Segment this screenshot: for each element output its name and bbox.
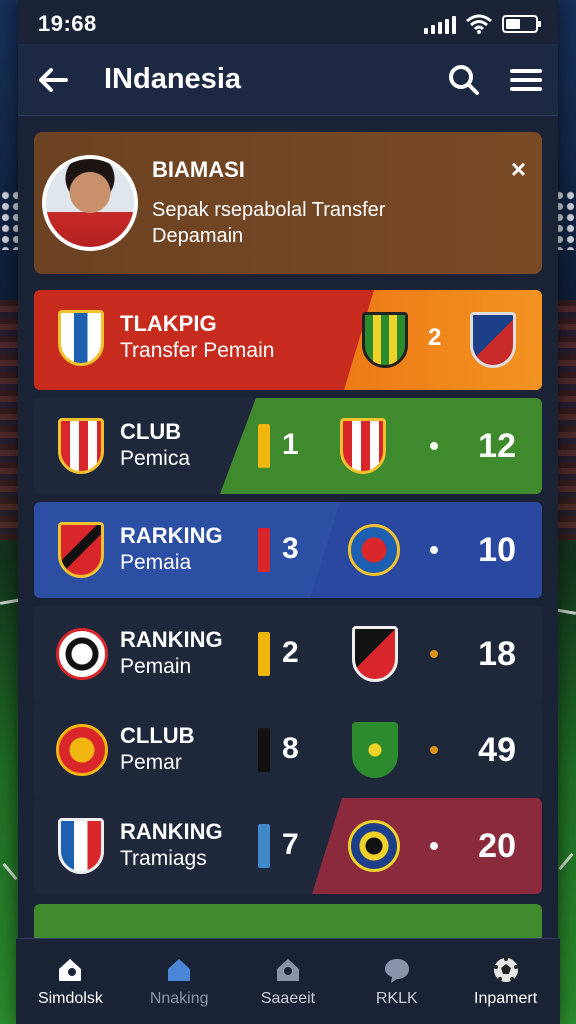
row-subtitle: Tramiags xyxy=(120,847,207,870)
nav-item-chat[interactable]: RKLK xyxy=(347,956,447,1008)
separator-dot xyxy=(430,442,438,450)
list-item[interactable]: CLUB Pemica 1 12 xyxy=(34,398,542,494)
list-item[interactable]: CLLUB Pemar 8 49 xyxy=(34,702,542,798)
rank-number: 2 xyxy=(428,324,442,351)
rank-indicator-bar xyxy=(258,632,270,676)
toolbar-actions xyxy=(448,64,542,96)
list-item[interactable]: TLAKPIG Transfer Pemain 2 xyxy=(34,290,542,390)
status-time: 19:68 xyxy=(38,11,97,36)
main-content: BIAMASI Sepak rsepabolal Transfer Depama… xyxy=(34,132,542,944)
club-crest-icon xyxy=(352,626,398,682)
score-value: 49 xyxy=(478,731,516,769)
nav-label: Nnaking xyxy=(149,989,209,1007)
list-item[interactable]: RANKING Pemain 2 18 xyxy=(34,606,542,702)
separator-dot xyxy=(430,650,438,658)
status-icons xyxy=(424,14,541,34)
notification-title: BIAMASI xyxy=(152,157,245,182)
club-crest-icon xyxy=(56,628,108,680)
chat-icon xyxy=(384,958,409,983)
house-icon xyxy=(168,958,191,981)
nav-label: Inpamert xyxy=(474,989,538,1007)
phone-screen: 19:68 INdanesia BIAMASI Sepak rsepabolal… xyxy=(16,0,560,1024)
wifi-icon xyxy=(466,14,492,34)
hamburger-menu-icon[interactable] xyxy=(510,68,542,91)
club-crest-icon xyxy=(58,818,104,874)
row-title: CLLUB xyxy=(120,723,195,748)
home-icon xyxy=(59,958,82,981)
row-title: RARKING xyxy=(120,523,223,548)
bottom-navigation: Simdolsk Nnaking Saaeeit RKLK Inpamert xyxy=(16,938,560,1024)
rank-number: 3 xyxy=(282,532,299,565)
nav-label: RKLK xyxy=(375,989,418,1007)
transfer-notification-card[interactable]: BIAMASI Sepak rsepabolal Transfer Depama… xyxy=(34,132,542,274)
club-crest-icon xyxy=(56,724,108,776)
club-crest-icon xyxy=(58,522,104,578)
list-item[interactable]: RARKING Pemaia 3 10 xyxy=(34,502,542,598)
separator-dot xyxy=(430,746,438,754)
page-title: INdanesia xyxy=(104,63,241,95)
nav-item-home[interactable]: Simdolsk xyxy=(20,956,120,1008)
club-crest-icon xyxy=(470,312,516,368)
field-line xyxy=(2,862,18,881)
player-avatar xyxy=(42,155,138,251)
notification-body: Sepak rsepabolal Transfer Depamain xyxy=(152,199,386,247)
club-crest-icon xyxy=(348,524,400,576)
row-subtitle: Pemaia xyxy=(120,551,192,574)
row-subtitle: Pemain xyxy=(120,655,192,678)
ball-icon xyxy=(493,956,518,982)
rank-indicator-bar xyxy=(258,424,270,468)
back-arrow-icon[interactable] xyxy=(34,65,74,95)
store-icon xyxy=(276,958,299,981)
row-subtitle: Transfer Pemain xyxy=(120,339,275,362)
nav-item-profile[interactable]: Inpamert xyxy=(456,956,556,1008)
rank-number: 7 xyxy=(282,828,299,861)
close-icon[interactable]: × xyxy=(511,154,526,185)
club-crest-icon xyxy=(362,312,408,368)
rank-indicator-bar xyxy=(258,824,270,868)
separator-dot xyxy=(430,546,438,554)
rank-number: 1 xyxy=(282,428,299,461)
score-value: 20 xyxy=(478,827,516,865)
club-crest-icon xyxy=(352,722,398,778)
rank-number: 2 xyxy=(282,636,299,669)
row-subtitle: Pemica xyxy=(120,447,191,470)
row-title: RANKING xyxy=(120,819,223,844)
club-crest-icon xyxy=(58,418,104,474)
list-item[interactable]: RANKING Tramiags 7 20 xyxy=(34,798,542,894)
battery-icon xyxy=(502,15,541,33)
club-crest-icon xyxy=(58,310,104,366)
club-crest-icon xyxy=(348,820,400,872)
nav-label: Saaeeit xyxy=(260,989,316,1007)
signal-icon xyxy=(424,14,456,34)
row-subtitle: Pemar xyxy=(120,751,182,774)
row-title: RANKING xyxy=(120,627,223,652)
score-value: 10 xyxy=(478,531,516,569)
field-line xyxy=(558,852,574,871)
rank-indicator-bar xyxy=(258,728,270,772)
status-bar: 19:68 xyxy=(38,8,541,40)
row-title: CLUB xyxy=(120,419,182,444)
rank-number: 8 xyxy=(282,732,299,765)
score-value: 12 xyxy=(478,427,516,465)
top-app-bar: INdanesia xyxy=(18,44,558,116)
nav-label: Simdolsk xyxy=(37,989,103,1007)
search-icon[interactable] xyxy=(448,64,480,96)
nav-item-store[interactable]: Saaeeit xyxy=(238,956,338,1008)
score-value: 18 xyxy=(478,635,516,673)
club-crest-icon xyxy=(340,418,386,474)
rank-indicator-bar xyxy=(258,528,270,572)
separator-dot xyxy=(430,842,438,850)
nav-item-ranking[interactable]: Nnaking xyxy=(129,956,229,1008)
row-title: TLAKPIG xyxy=(120,311,217,336)
